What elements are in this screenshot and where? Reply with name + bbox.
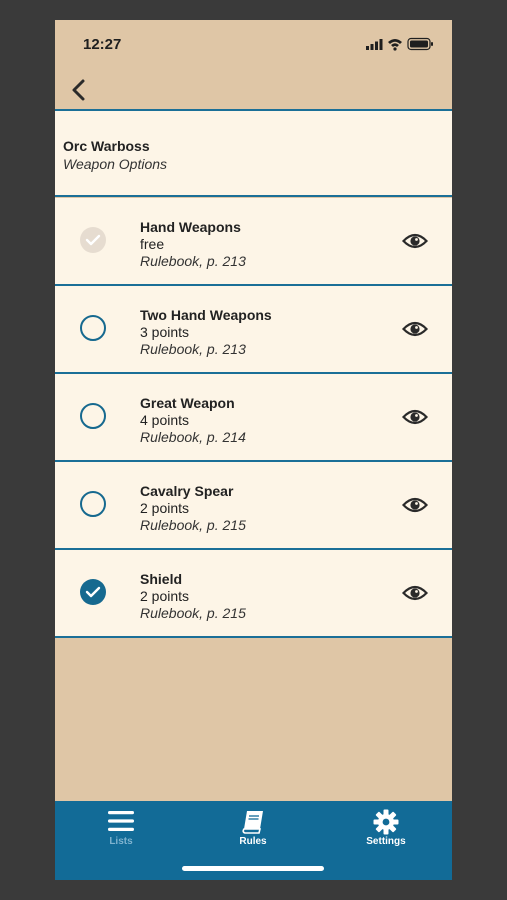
option-row-great-weapon[interactable]: Great Weapon 4 points Rulebook, p. 214	[55, 374, 452, 462]
eye-icon[interactable]	[401, 495, 429, 515]
option-row-hand-weapons[interactable]: Hand Weapons free Rulebook, p. 213	[55, 198, 452, 286]
weapon-option-list: Hand Weapons free Rulebook, p. 213 Two H…	[55, 198, 452, 638]
eye-icon[interactable]	[401, 231, 429, 251]
option-cost: 2 points	[140, 500, 190, 516]
option-reference: Rulebook, p. 213	[140, 253, 246, 269]
navigation-bar	[55, 70, 452, 110]
option-row-cavalry-spear[interactable]: Cavalry Spear 2 points Rulebook, p. 215	[55, 462, 452, 550]
unit-name: Orc Warboss	[63, 138, 150, 154]
check-selected-icon	[80, 579, 106, 605]
radio-unchecked-icon	[80, 403, 106, 429]
chevron-left-icon	[72, 79, 85, 101]
option-row-two-hand-weapons[interactable]: Two Hand Weapons 3 points Rulebook, p. 2…	[55, 286, 452, 374]
option-cost: 2 points	[140, 588, 190, 604]
gear-icon	[373, 809, 399, 835]
option-reference: Rulebook, p. 215	[140, 605, 246, 621]
list-icon	[108, 811, 134, 831]
option-name: Shield	[140, 571, 183, 587]
check-disabled-icon	[80, 227, 106, 253]
tab-label-rules: Rules	[239, 836, 267, 847]
tab-label-settings: Settings	[366, 836, 406, 847]
signal-wifi-battery-icon	[366, 37, 433, 51]
eye-icon[interactable]	[401, 319, 429, 339]
home-indicator[interactable]	[182, 866, 324, 871]
option-name: Two Hand Weapons	[140, 307, 272, 323]
status-icons	[366, 37, 436, 51]
option-reference: Rulebook, p. 214	[140, 429, 246, 445]
tab-settings[interactable]: Settings	[336, 805, 436, 855]
option-reference: Rulebook, p. 215	[140, 517, 246, 533]
radio-unchecked-icon	[80, 491, 106, 517]
back-button[interactable]	[65, 73, 95, 107]
unit-header: Orc Warboss Weapon Options	[55, 109, 452, 197]
tab-rules[interactable]: Rules	[203, 805, 303, 855]
option-name: Great Weapon	[140, 395, 235, 411]
option-cost: 3 points	[140, 324, 190, 340]
option-name: Hand Weapons	[140, 219, 241, 235]
option-cost: free	[140, 236, 165, 252]
section-subtitle: Weapon Options	[63, 156, 168, 172]
option-row-shield[interactable]: Shield 2 points Rulebook, p. 215	[55, 550, 452, 638]
radio-unchecked-icon	[80, 315, 106, 341]
status-bar: 12:27	[55, 20, 452, 70]
option-cost: 4 points	[140, 412, 190, 428]
option-reference: Rulebook, p. 213	[140, 341, 246, 357]
tab-lists[interactable]: Lists	[71, 805, 171, 855]
eye-icon[interactable]	[401, 407, 429, 427]
app-screen: 12:27 Orc Warboss Weapon Options Hand We…	[55, 20, 452, 880]
option-name: Cavalry Spear	[140, 483, 234, 499]
tab-label-lists: Lists	[109, 836, 133, 847]
eye-icon[interactable]	[401, 583, 429, 603]
status-time: 12:27	[83, 36, 122, 53]
book-icon	[242, 811, 263, 834]
